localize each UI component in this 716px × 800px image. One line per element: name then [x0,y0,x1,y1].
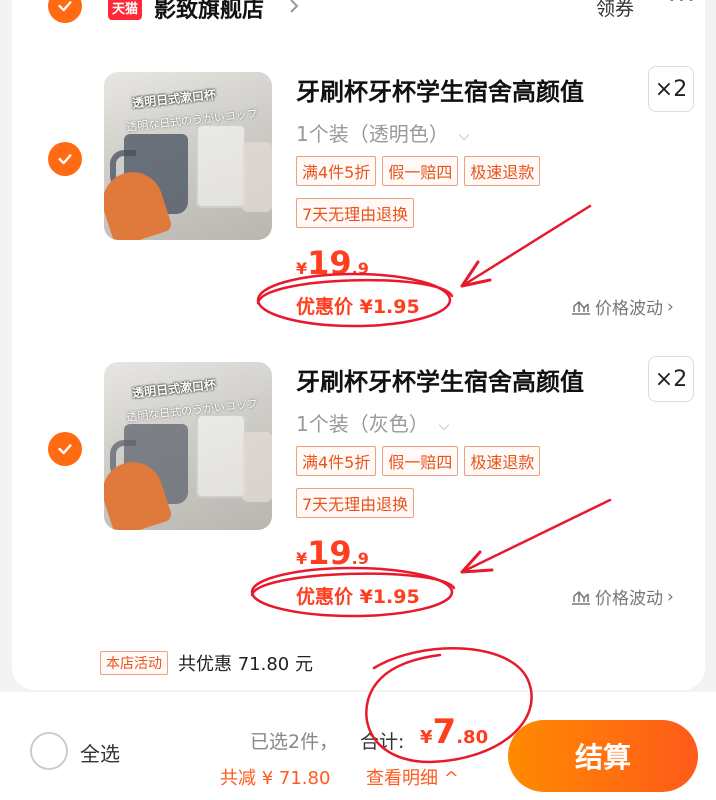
shop-promo: 本店活动 共优惠 71.80 元 [100,650,313,676]
shop-promo-text: 共优惠 71.80 元 [178,654,313,675]
cup-shape [196,124,246,208]
item-price: ¥19.9 [296,534,369,572]
product-title[interactable]: 牙刷杯牙杯学生宿舍高颜值 [296,362,584,397]
service-tag: 极速退款 [464,156,541,186]
checkout-button[interactable]: 结算 [508,720,698,792]
more-icon[interactable]: ··· [668,0,697,14]
cup-shape [196,414,246,498]
chart-icon [572,590,590,605]
selected-count: 已选2件， [250,731,339,753]
check-icon [58,154,72,165]
select-all-radio[interactable] [30,732,68,770]
price-fluctuation-label: 价格波动 [595,299,663,319]
price-integer: 19 [307,244,352,282]
price-fluctuation-label: 价格波动 [595,589,663,609]
spec-label: 1个装（透明色） [296,122,449,146]
service-tags: 满4件5折 假一赔四 极速退款 7天无理由退换 [296,446,636,530]
service-tag: 满4件5折 [296,156,377,186]
cup-shape [242,142,272,212]
service-tags: 满4件5折 假一赔四 极速退款 7天无理由退换 [296,156,636,240]
deal-price: 优惠价 ¥1.95 [296,296,420,318]
product-title[interactable]: 牙刷杯牙杯学生宿舍高颜值 [296,72,584,107]
select-all-label[interactable]: 全选 [80,738,120,767]
chevron-down-icon: ⌵ [458,127,470,144]
price-fluctuation-link[interactable]: 价格波动 › [571,294,674,319]
total-decimal: .80 [456,727,489,748]
total-discount: 共减 ¥ 71.80 [220,768,331,789]
chevron-right-icon[interactable] [284,0,304,16]
deal-price: 优惠价 ¥1.95 [296,586,420,608]
service-tag: 假一赔四 [382,446,459,476]
item-checkbox[interactable] [48,432,82,466]
item-checkbox[interactable] [48,142,82,176]
total-currency: ¥ [420,727,433,748]
cart-item: 透明日式漱口杯 透明な日式のうがいコップ 牙刷杯牙杯学生宿舍高颜值 ×2 1个装… [48,356,708,652]
product-image[interactable]: 透明日式漱口杯 透明な日式のうがいコップ [104,72,272,240]
chart-icon [572,300,590,315]
total-integer: 7 [432,712,457,752]
price-currency: ¥ [296,549,308,568]
item-price: ¥19.9 [296,244,369,282]
image-caption: 透明日式漱口杯 [131,377,217,401]
cart-item: 透明日式漱口杯 透明な日式のうがいコップ 牙刷杯牙杯学生宿舍高颜值 ×2 1个装… [48,66,708,362]
shop-checkbox[interactable] [48,0,82,23]
checkout-bar: 全选 已选2件， 合计: ¥7.80 共减 ¥ 71.80 查看明细 ^ 结算 [0,692,716,800]
price-decimal: .9 [351,259,369,278]
chevron-down-icon: ⌵ [438,417,450,434]
check-icon [58,444,72,455]
service-tag: 假一赔四 [382,156,459,186]
shop-header: 天猫 影致旗舰店 领券 ··· [48,0,698,26]
price-integer: 19 [307,534,352,572]
image-caption: 透明日式漱口杯 [131,87,217,111]
quantity-stepper[interactable]: ×2 [648,66,694,112]
total-label: 合计: [360,731,405,753]
shop-name[interactable]: 影致旗舰店 [154,0,264,24]
price-currency: ¥ [296,259,308,278]
spec-label: 1个装（灰色） [296,412,429,436]
shop-promo-tag: 本店活动 [100,651,168,675]
price-fluctuation-link[interactable]: 价格波动 › [571,584,674,609]
service-tag: 满4件5折 [296,446,377,476]
spec-selector[interactable]: 1个装（灰色） ⌵ [296,408,449,437]
product-image[interactable]: 透明日式漱口杯 透明な日式のうがいコップ [104,362,272,530]
service-tag: 7天无理由退换 [296,488,415,518]
coupon-button[interactable]: 领券 [596,0,634,21]
chevron-right-icon: › [667,296,674,317]
view-detail-link[interactable]: 查看明细 ^ [366,764,459,790]
quantity-stepper[interactable]: ×2 [648,356,694,402]
check-icon [58,1,72,12]
service-tag: 7天无理由退换 [296,198,415,228]
tmall-logo: 天猫 [108,0,142,20]
service-tag: 极速退款 [464,446,541,476]
total-amount: ¥7.80 [420,712,488,752]
chevron-right-icon: › [667,586,674,607]
price-decimal: .9 [351,549,369,568]
spec-selector[interactable]: 1个装（透明色） ⌵ [296,118,469,147]
cup-shape [242,432,272,502]
shop-card: 天猫 影致旗舰店 领券 ··· 透明日式漱口杯 透明な日式のうがいコップ 牙刷杯… [12,0,705,690]
